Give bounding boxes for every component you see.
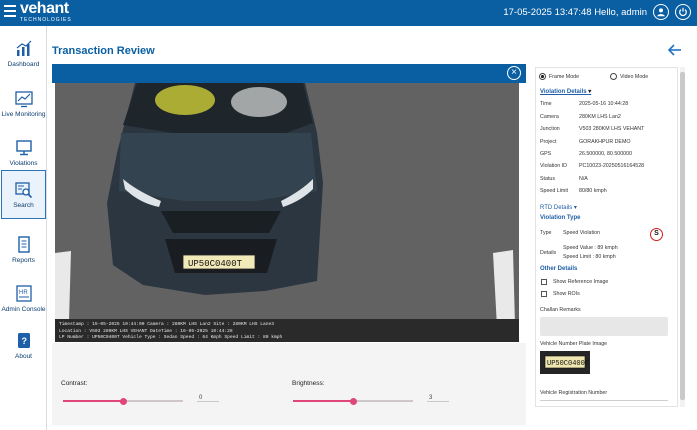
image-controls: Contrast: 0 Brightness: 3 (52, 343, 526, 425)
menu-icon[interactable] (4, 5, 16, 19)
chart-icon (16, 40, 31, 56)
search-icon (14, 181, 32, 198)
show-rois-checkbox[interactable] (541, 291, 547, 297)
power-icon[interactable] (675, 4, 691, 20)
frame-mode-radio[interactable] (539, 73, 546, 80)
detail-value: 280KM LHS Lan2 (579, 114, 621, 120)
brightness-value[interactable]: 3 (427, 395, 449, 402)
contrast-slider-fill (63, 400, 123, 402)
frame-mode-label: Frame Mode (549, 74, 580, 80)
video-mode-radio[interactable] (610, 73, 617, 80)
number-plate-text: UP50C0400T (547, 360, 589, 368)
sidebar-item-dashboard[interactable]: Dashboard (0, 30, 47, 78)
detail-key: Speed Limit (540, 188, 568, 194)
svg-text:?: ? (21, 336, 27, 346)
sidebar-item-admin-console[interactable]: HR Admin Console (0, 275, 47, 323)
type-value: Speed Violation (563, 230, 601, 236)
reports-icon (17, 236, 30, 253)
details-key: Details (540, 250, 557, 256)
sidebar-item-search[interactable]: Search (1, 170, 46, 219)
detail-value: PC10023-20250516164528 (579, 163, 645, 169)
detail-key: GPS (540, 151, 552, 157)
overlay-line: Timestamp : 15-05-2025 10:44:00 Camera :… (59, 322, 275, 327)
back-arrow-icon[interactable] (668, 44, 682, 56)
brightness-label: Brightness: (292, 380, 325, 387)
svg-text:HR: HR (19, 290, 28, 296)
other-details-heading: Other Details (540, 266, 578, 272)
about-icon: ? (17, 333, 30, 348)
video-mode-label: Video Mode (620, 74, 649, 80)
viewer-header (52, 64, 526, 83)
sidebar: Dashboard Live Monitoring Violations Sea… (0, 26, 47, 430)
sidebar-item-live-monitoring[interactable]: Live Monitoring (0, 80, 47, 128)
show-reference-checkbox[interactable] (541, 279, 547, 285)
number-plate-image: UP50C0400T (540, 351, 590, 374)
panel-scrollbar-thumb[interactable] (680, 72, 685, 400)
detail-value: 26.500000, 80.500000 (579, 151, 633, 157)
detail-key: Camera (540, 114, 559, 120)
challan-remarks-input[interactable] (540, 317, 668, 336)
detail-key: Project (540, 139, 557, 145)
detail-value: 80/80 kmph (579, 188, 607, 194)
page-title: Transaction Review (52, 45, 155, 57)
detail-key: Junction (540, 126, 560, 132)
monitoring-icon (14, 91, 33, 108)
speed-value: Speed Value : 89 kmph (563, 245, 618, 251)
vehant-logo: vehant TECHNOLOGIES (20, 0, 72, 24)
contrast-label: Contrast: (61, 380, 88, 387)
plate-image-label: Vehicle Number Plate Image (540, 341, 608, 347)
close-icon[interactable]: × (507, 66, 521, 80)
registration-number-label: Vehicle Registration Number (540, 390, 608, 396)
overlay-line: LP Number : UP50C0400T Vehicle Type : Se… (59, 335, 283, 340)
sidebar-item-reports[interactable]: Reports (0, 226, 47, 274)
monitor-icon (15, 140, 32, 156)
challan-remarks-label: Challan Remarks (540, 307, 581, 313)
detail-value: 2025-05-16 10:44:28 (579, 101, 629, 107)
brightness-slider-thumb[interactable] (349, 397, 357, 405)
violation-details-toggle[interactable]: Violation Details ▾ (540, 88, 591, 95)
caret-down-icon: ▾ (588, 89, 592, 95)
top-bar: vehant TECHNOLOGIES 17-05-2025 13:47:48 … (0, 0, 697, 26)
violation-type-heading: Violation Type (540, 215, 581, 221)
camera-frame: UP50C0400T Timestamp : 15-05-2025 10:44:… (55, 83, 519, 342)
show-rois-label: Show ROIs (553, 291, 580, 297)
detail-key: Violation ID (540, 163, 567, 169)
brightness-slider[interactable] (293, 397, 413, 405)
speed-violation-icon: S (650, 228, 663, 241)
vehicle-image: UP50C0400T (55, 83, 519, 342)
overlay-line: Location : V503 280KM LHS VEHANT DateTim… (59, 328, 233, 334)
datetime-greeting: 17-05-2025 13:47:48 Hello, admin (503, 6, 647, 18)
detail-value: N/A (579, 176, 588, 182)
contrast-value[interactable]: 0 (197, 395, 219, 402)
user-profile-icon[interactable] (653, 4, 669, 20)
detail-value: V503 280KM LHS VEHANT (579, 126, 645, 132)
contrast-slider[interactable] (63, 397, 183, 405)
registration-number-input[interactable] (540, 400, 668, 401)
caret-down-icon: ▾ (573, 205, 577, 211)
contrast-slider-thumb[interactable] (119, 397, 127, 405)
license-plate: UP50C0400T (188, 259, 243, 269)
detail-key: Time (540, 101, 552, 107)
sidebar-item-about[interactable]: ? About (0, 322, 47, 370)
type-key: Type (540, 230, 552, 236)
rtd-details-toggle[interactable]: RTD Details ▾ (540, 204, 577, 211)
brightness-slider-fill (293, 400, 353, 402)
show-reference-label: Show Reference Image (553, 279, 609, 285)
detail-key: Status (540, 176, 556, 182)
admin-icon: HR (15, 285, 32, 302)
speed-limit-value: Speed Limit : 80 kmph (563, 254, 616, 260)
detail-value: GORAKHPUR DEMO (579, 139, 631, 145)
